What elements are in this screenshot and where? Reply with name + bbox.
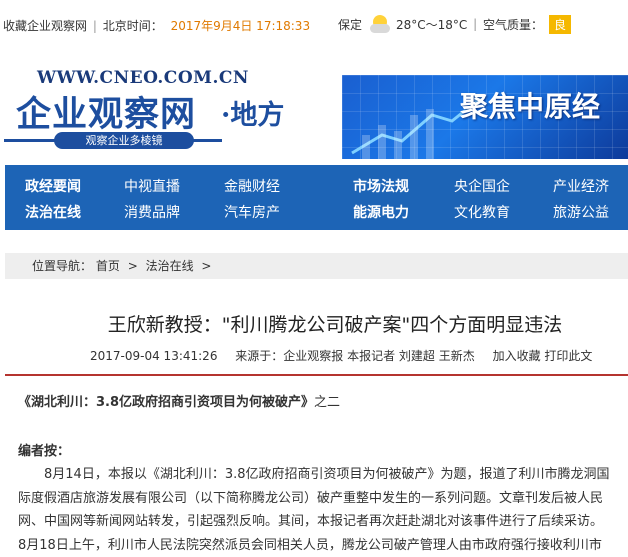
top-bar: 收藏企业观察网 | 北京时间： 2017年9月4日 17:18:33 保定 28… — [0, 0, 628, 50]
article-title: 王欣新教授："利川腾龙公司破产案"四个方面明显违法 — [0, 310, 628, 337]
nav-item-politics[interactable]: 政经要闻 — [25, 176, 81, 196]
main-nav: 政经要闻 中视直播 金融财经 市场法规 央企国企 产业经济 法治在线 消费品牌 … — [5, 165, 628, 230]
current-datetime: 2017年9月4日 17:18:33 — [171, 19, 311, 33]
nav-item-auto-realestate[interactable]: 汽车房产 — [224, 202, 280, 222]
breadcrumb-separator: > — [201, 259, 211, 273]
add-favorite-site-link[interactable]: 收藏企业观察网 — [3, 19, 87, 33]
banner-text: 聚焦中原经 — [460, 85, 600, 125]
nav-item-soe[interactable]: 央企国企 — [454, 176, 510, 196]
nav-item-industry[interactable]: 产业经济 — [553, 176, 609, 196]
nav-item-energy[interactable]: 能源电力 — [353, 202, 409, 222]
breadcrumb-label: 位置导航： — [32, 259, 92, 273]
nav-item-tourism[interactable]: 旅游公益 — [553, 202, 609, 222]
subhead-part: 之二 — [314, 395, 340, 410]
site-section-label: ·地方 — [221, 93, 284, 132]
add-favorite-link[interactable]: 加入收藏 — [493, 349, 541, 363]
body-line: 网、中国网等新闻网站转发，引起强烈反响。其间，本报记者再次赶赴湖北对该事件进行了… — [18, 510, 628, 534]
body-line: 8月18日上午，利川市人民法院突然派员会同相关人员，腾龙公司破产管理人由市政府强… — [18, 534, 628, 557]
body-line: 8月14日，本报以《湖北利川：3.8亿政府招商引资项目为何被破产》为题，报道了利… — [18, 463, 628, 487]
article-body: 8月14日，本报以《湖北利川：3.8亿政府招商引资项目为何被破产》为题，报道了利… — [18, 463, 628, 557]
nav-item-consumer[interactable]: 消费品牌 — [124, 202, 180, 222]
article-source: 来源于：企业观察报 本报记者 刘建超 王新杰 — [235, 349, 474, 363]
site-url: WWW.CNEO.COM.CN — [37, 68, 249, 88]
subhead-series-title: 《湖北利川：3.8亿政府招商引资项目为何被破产》 — [18, 395, 314, 410]
nav-item-law-online[interactable]: 法治在线 — [25, 202, 81, 222]
header-banner[interactable]: 聚焦中原经 — [342, 75, 628, 159]
nav-item-finance[interactable]: 金融财经 — [224, 176, 280, 196]
breadcrumb: 位置导航： 首页 > 法治在线 > — [5, 253, 628, 279]
breadcrumb-law-online[interactable]: 法治在线 — [146, 259, 194, 273]
breadcrumb-home[interactable]: 首页 — [96, 259, 120, 273]
partly-cloudy-icon — [370, 14, 390, 34]
article-subhead: 《湖北利川：3.8亿政府招商引资项目为何被破产》之二 — [18, 391, 340, 410]
article-divider — [5, 374, 628, 376]
site-header: WWW.CNEO.COM.CN 企业观察网 ·地方 观察企业多棱镜 聚焦中原经 — [0, 50, 628, 165]
beijing-time-label: 北京时间： — [103, 19, 163, 33]
weather-city: 保定 — [338, 16, 362, 33]
nav-item-culture[interactable]: 文化教育 — [454, 202, 510, 222]
nav-item-live[interactable]: 中视直播 — [124, 176, 180, 196]
air-quality-label: 空气质量： — [483, 16, 543, 33]
site-slogan: 观察企业多棱镜 — [54, 132, 194, 149]
article-date: 2017-09-04 13:41:26 — [90, 349, 217, 363]
body-line: 际度假酒店旅游发展有限公司（以下简称腾龙公司）破产重整中发生的一系列问题。文章刊… — [18, 487, 628, 511]
weather-widget: 保定 28°C～18°C | 空气质量： 良 — [338, 14, 571, 34]
separator: | — [93, 19, 97, 33]
nav-item-market-law[interactable]: 市场法规 — [353, 176, 409, 196]
editor-note-label: 编者按： — [18, 440, 70, 459]
article-meta: 2017-09-04 13:41:26 来源于：企业观察报 本报记者 刘建超 王… — [90, 347, 592, 364]
temperature-range: 28°C～18°C — [396, 16, 467, 33]
print-link[interactable]: 打印此文 — [544, 349, 592, 363]
air-quality-badge: 良 — [549, 15, 571, 34]
top-bar-left: 收藏企业观察网 | 北京时间： 2017年9月4日 17:18:33 — [3, 17, 310, 34]
breadcrumb-separator: > — [128, 259, 138, 273]
site-logo[interactable]: 企业观察网 — [16, 86, 196, 137]
separator: | — [469, 17, 481, 31]
